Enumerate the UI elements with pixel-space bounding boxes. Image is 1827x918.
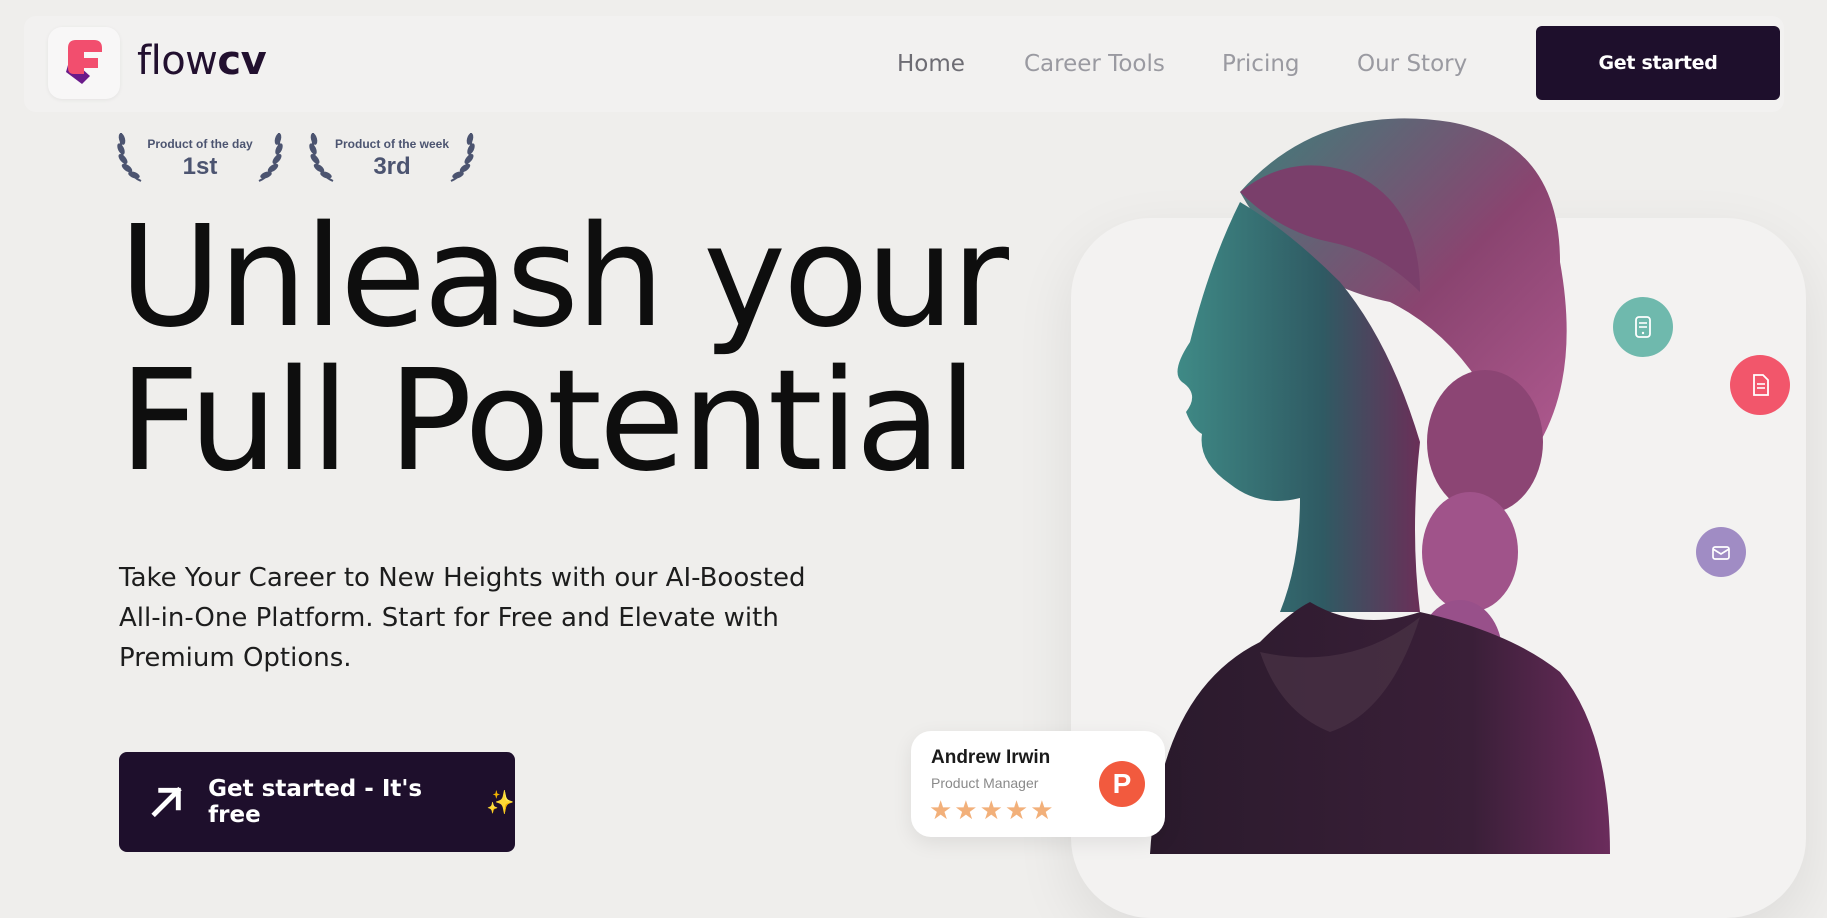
envelope-bubble bbox=[1696, 527, 1746, 577]
reviewer-name: Andrew Irwin bbox=[931, 747, 1051, 768]
portrait-image bbox=[1150, 118, 1610, 854]
sparkles-icon: ✨ bbox=[486, 789, 515, 816]
award-product-of-day: Product of the day 1st bbox=[115, 125, 285, 185]
reviewer-role: Product Manager bbox=[931, 775, 1039, 791]
mobile-resume-bubble bbox=[1613, 297, 1673, 357]
logo-link[interactable] bbox=[48, 27, 120, 99]
nav-link-our-story[interactable]: Our Story bbox=[1357, 51, 1467, 77]
document-icon bbox=[1753, 374, 1769, 396]
award-product-of-week: Product of the week 3rd bbox=[307, 125, 477, 185]
top-navbar: flowcv Home Career Tools Pricing Our Sto… bbox=[24, 16, 1784, 112]
flowcv-logo-icon bbox=[66, 40, 102, 84]
hero-title: Unleash your Full Potential bbox=[119, 206, 1009, 494]
mobile-resume-icon bbox=[1635, 316, 1651, 338]
hero-subtitle: Take Your Career to New Heights with our… bbox=[119, 563, 806, 673]
review-card: Andrew Irwin Product Manager ★★★★★ P bbox=[911, 731, 1165, 837]
laurel-right-icon bbox=[258, 132, 283, 182]
hero-get-started-button[interactable]: Get started - It's free ✨ bbox=[119, 752, 515, 852]
hero-title-line-1: Unleash your bbox=[119, 196, 1009, 359]
nav-get-started-button[interactable]: Get started bbox=[1536, 26, 1780, 100]
hero-title-line-2: Full Potential bbox=[119, 340, 977, 503]
laurel-right-icon bbox=[450, 132, 475, 182]
hero-cta-label: Get started - It's free bbox=[208, 776, 423, 828]
nav-link-pricing[interactable]: Pricing bbox=[1222, 51, 1300, 77]
nav-link-home[interactable]: Home bbox=[897, 51, 965, 77]
envelope-icon bbox=[1712, 546, 1730, 560]
brand-name[interactable]: flowcv bbox=[137, 38, 267, 84]
nav-link-career-tools[interactable]: Career Tools bbox=[1024, 51, 1165, 77]
document-bubble bbox=[1730, 355, 1790, 415]
arrow-up-right-icon bbox=[151, 786, 182, 818]
rating-stars: ★★★★★ bbox=[929, 795, 1056, 825]
producthunt-icon: P bbox=[1099, 761, 1145, 807]
